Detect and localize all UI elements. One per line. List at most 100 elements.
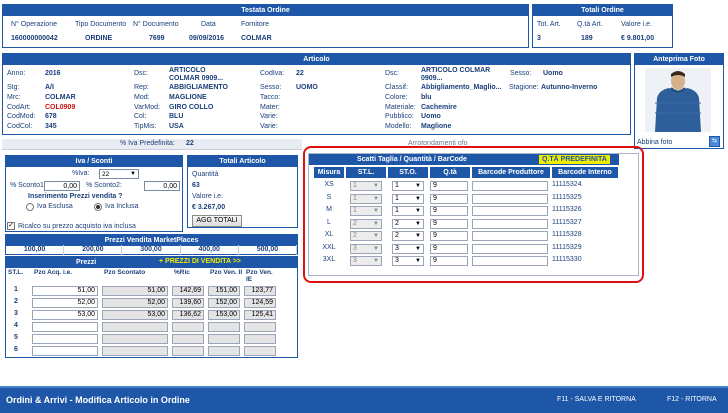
prezzi-cell-5: [244, 322, 276, 332]
iva-inclusa-radio[interactable]: [94, 203, 102, 211]
qta-art: 189: [581, 35, 593, 42]
abbina-foto-link[interactable]: Abbina foto: [637, 139, 672, 146]
scatti-cell-4[interactable]: [472, 231, 548, 241]
scatti-row: S 1 ▼ 1 ▼ 9 11115325: [314, 193, 614, 206]
valore-articolo-value: € 3.267,00: [192, 204, 226, 211]
materiale-value: Cachemire: [421, 104, 457, 111]
marketplace-price-4: 400,00: [181, 245, 239, 255]
prezzi-cell-5: [244, 346, 276, 356]
prezzi-cell-5: 123,77: [244, 286, 276, 296]
articolo-title: Articolo: [3, 54, 630, 65]
scatti-cell-4[interactable]: [472, 243, 548, 254]
f12-back-button[interactable]: F12 - RITORNA: [667, 396, 717, 403]
scatti-cell-3[interactable]: 9: [430, 256, 468, 266]
marketplace-price-1: 100,00: [6, 245, 65, 255]
scatti-cell-1[interactable]: 1 ▼: [350, 206, 382, 216]
scatti-cell-1[interactable]: 2 ▼: [350, 231, 382, 241]
link-photo-icon[interactable]: ⇆: [709, 136, 720, 147]
scatti-cell-5: 11115330: [552, 256, 582, 263]
scatti-cell-1[interactable]: 3 ▼: [350, 256, 382, 266]
scatti-cell-1[interactable]: 2 ▼: [350, 218, 382, 229]
footer-title: Ordini & Arrivi - Modifica Articolo in O…: [6, 395, 190, 405]
scatti-cell-4[interactable]: [472, 206, 548, 216]
prezzi-cell-3: [172, 346, 204, 356]
scatti-row: XXL 3 ▼ 3 ▼ 9 11115329: [314, 243, 614, 256]
prezzi-header-0: ST.L.: [8, 269, 24, 276]
scatti-cell-2[interactable]: 3 ▼: [392, 243, 424, 254]
mod-label: Mod:: [134, 94, 150, 101]
prezzi-cell-1[interactable]: [32, 334, 98, 344]
stagione-value: Autunno-Inverno: [541, 84, 598, 91]
materiale-label: Materiale:: [385, 104, 416, 111]
scatti-cell-3[interactable]: 9: [430, 243, 468, 254]
prezzi-cell-0: 2: [14, 298, 18, 305]
scatti-cell-3[interactable]: 9: [430, 181, 468, 191]
prezzi-cell-1[interactable]: 51,00: [32, 286, 98, 296]
col-tot-art: Tot. Art.: [537, 21, 561, 28]
anno-value: 2016: [45, 70, 61, 77]
iva-esclusa-label: Iva Esclusa: [37, 203, 73, 210]
valore-articolo-label: Valore i.e.: [192, 193, 223, 200]
prezzi-cell-4: 151,00: [208, 286, 240, 296]
iva-predefinita-value: 22: [186, 140, 194, 147]
prezzi-header-1: Pzo Acq. i.e.: [34, 269, 73, 276]
anteprima-foto-title: Anteprima Foto: [635, 54, 723, 65]
scatti-cell-4[interactable]: [472, 218, 548, 229]
scatti-cell-3[interactable]: 9: [430, 218, 468, 229]
totali-ordine-panel: Totali Ordine Tot. Art. Q.tà Art. Valore…: [532, 4, 673, 48]
dsc2-label: Dsc:: [385, 70, 399, 77]
tipo-documento: ORDINE: [85, 35, 113, 42]
prezzi-cell-1[interactable]: 52,00: [32, 298, 98, 308]
prezzi-cell-2: 51,00: [102, 286, 168, 296]
sconto1-input[interactable]: 0,00: [44, 181, 80, 191]
sesso-value: UOMO: [296, 84, 318, 91]
prezzi-cell-1[interactable]: 53,00: [32, 310, 98, 320]
scatti-cell-4[interactable]: [472, 256, 548, 266]
scatti-cell-1[interactable]: 1 ▼: [350, 193, 382, 204]
col-data: Data: [201, 21, 216, 28]
iva-esclusa-radio[interactable]: [26, 203, 34, 211]
modello-value: Maglione: [421, 123, 452, 130]
prezzi-cell-3: [172, 334, 204, 344]
scatti-cell-2[interactable]: 1 ▼: [392, 181, 424, 191]
qta-predefinita-button[interactable]: Q.TÀ PREDEFINITA: [539, 155, 610, 164]
scatti-cell-1[interactable]: 1 ▼: [350, 181, 382, 191]
prezzi-row: 6: [6, 345, 297, 357]
mod-value: MAGLIONE: [169, 94, 207, 101]
marketplace-price-3: 300,00: [122, 245, 181, 255]
marketplace-price-5: 500,00: [239, 245, 298, 255]
scatti-cell-2[interactable]: 3 ▼: [392, 256, 424, 266]
scatti-cell-1[interactable]: 3 ▼: [350, 243, 382, 254]
col-qta-art: Q.tà Art.: [577, 21, 603, 28]
scatti-cell-3[interactable]: 9: [430, 193, 468, 204]
scatti-cell-2[interactable]: 2 ▼: [392, 218, 424, 229]
scatti-taglia-panel: Scatti Taglia / Quantità / BarCode Q.TÀ …: [308, 153, 639, 276]
scatti-cell-0: XS: [324, 181, 334, 188]
scatti-header-3: Q.tà: [430, 167, 470, 178]
scatti-cell-4[interactable]: [472, 181, 548, 191]
prezzi-vendita-link[interactable]: + PREZZI DI VENDITA >>: [159, 258, 241, 265]
quantita-value: 63: [192, 182, 200, 189]
scatti-cell-3[interactable]: 9: [430, 206, 468, 216]
prezzi-cell-3: 139,60: [172, 298, 204, 308]
prezzi-header-5: Pzo Ven. IE: [246, 269, 273, 283]
prezzi-cell-1[interactable]: [32, 346, 98, 356]
iva-select[interactable]: 22 ▼: [99, 169, 139, 179]
agg-totali-button[interactable]: AGG TOTALI: [192, 215, 242, 227]
scatti-cell-2[interactable]: 2 ▼: [392, 231, 424, 241]
scatti-cell-2[interactable]: 1 ▼: [392, 206, 424, 216]
classif-label: Classif:: [385, 84, 408, 91]
scatti-cell-4[interactable]: [472, 193, 548, 204]
product-photo[interactable]: [645, 68, 711, 132]
scatti-cell-3[interactable]: 9: [430, 231, 468, 241]
ricalcolo-checkbox[interactable]: ✓: [7, 222, 15, 230]
scatti-cell-2[interactable]: 1 ▼: [392, 193, 424, 204]
codiva-label: CodIva:: [260, 70, 285, 77]
sconto2-input[interactable]: 0,00: [144, 181, 180, 191]
prezzi-cell-4: [208, 322, 240, 332]
f11-save-button[interactable]: F11 - SALVA E RITORNA: [557, 396, 636, 403]
mrc-value: COLMAR: [45, 94, 76, 101]
iva-sconti-title: Iva / Sconti: [6, 156, 182, 167]
prezzi-cell-1[interactable]: [32, 322, 98, 332]
prezzi-row: 3 53,00 53,00 136,62 153,00 125,41: [6, 309, 297, 321]
